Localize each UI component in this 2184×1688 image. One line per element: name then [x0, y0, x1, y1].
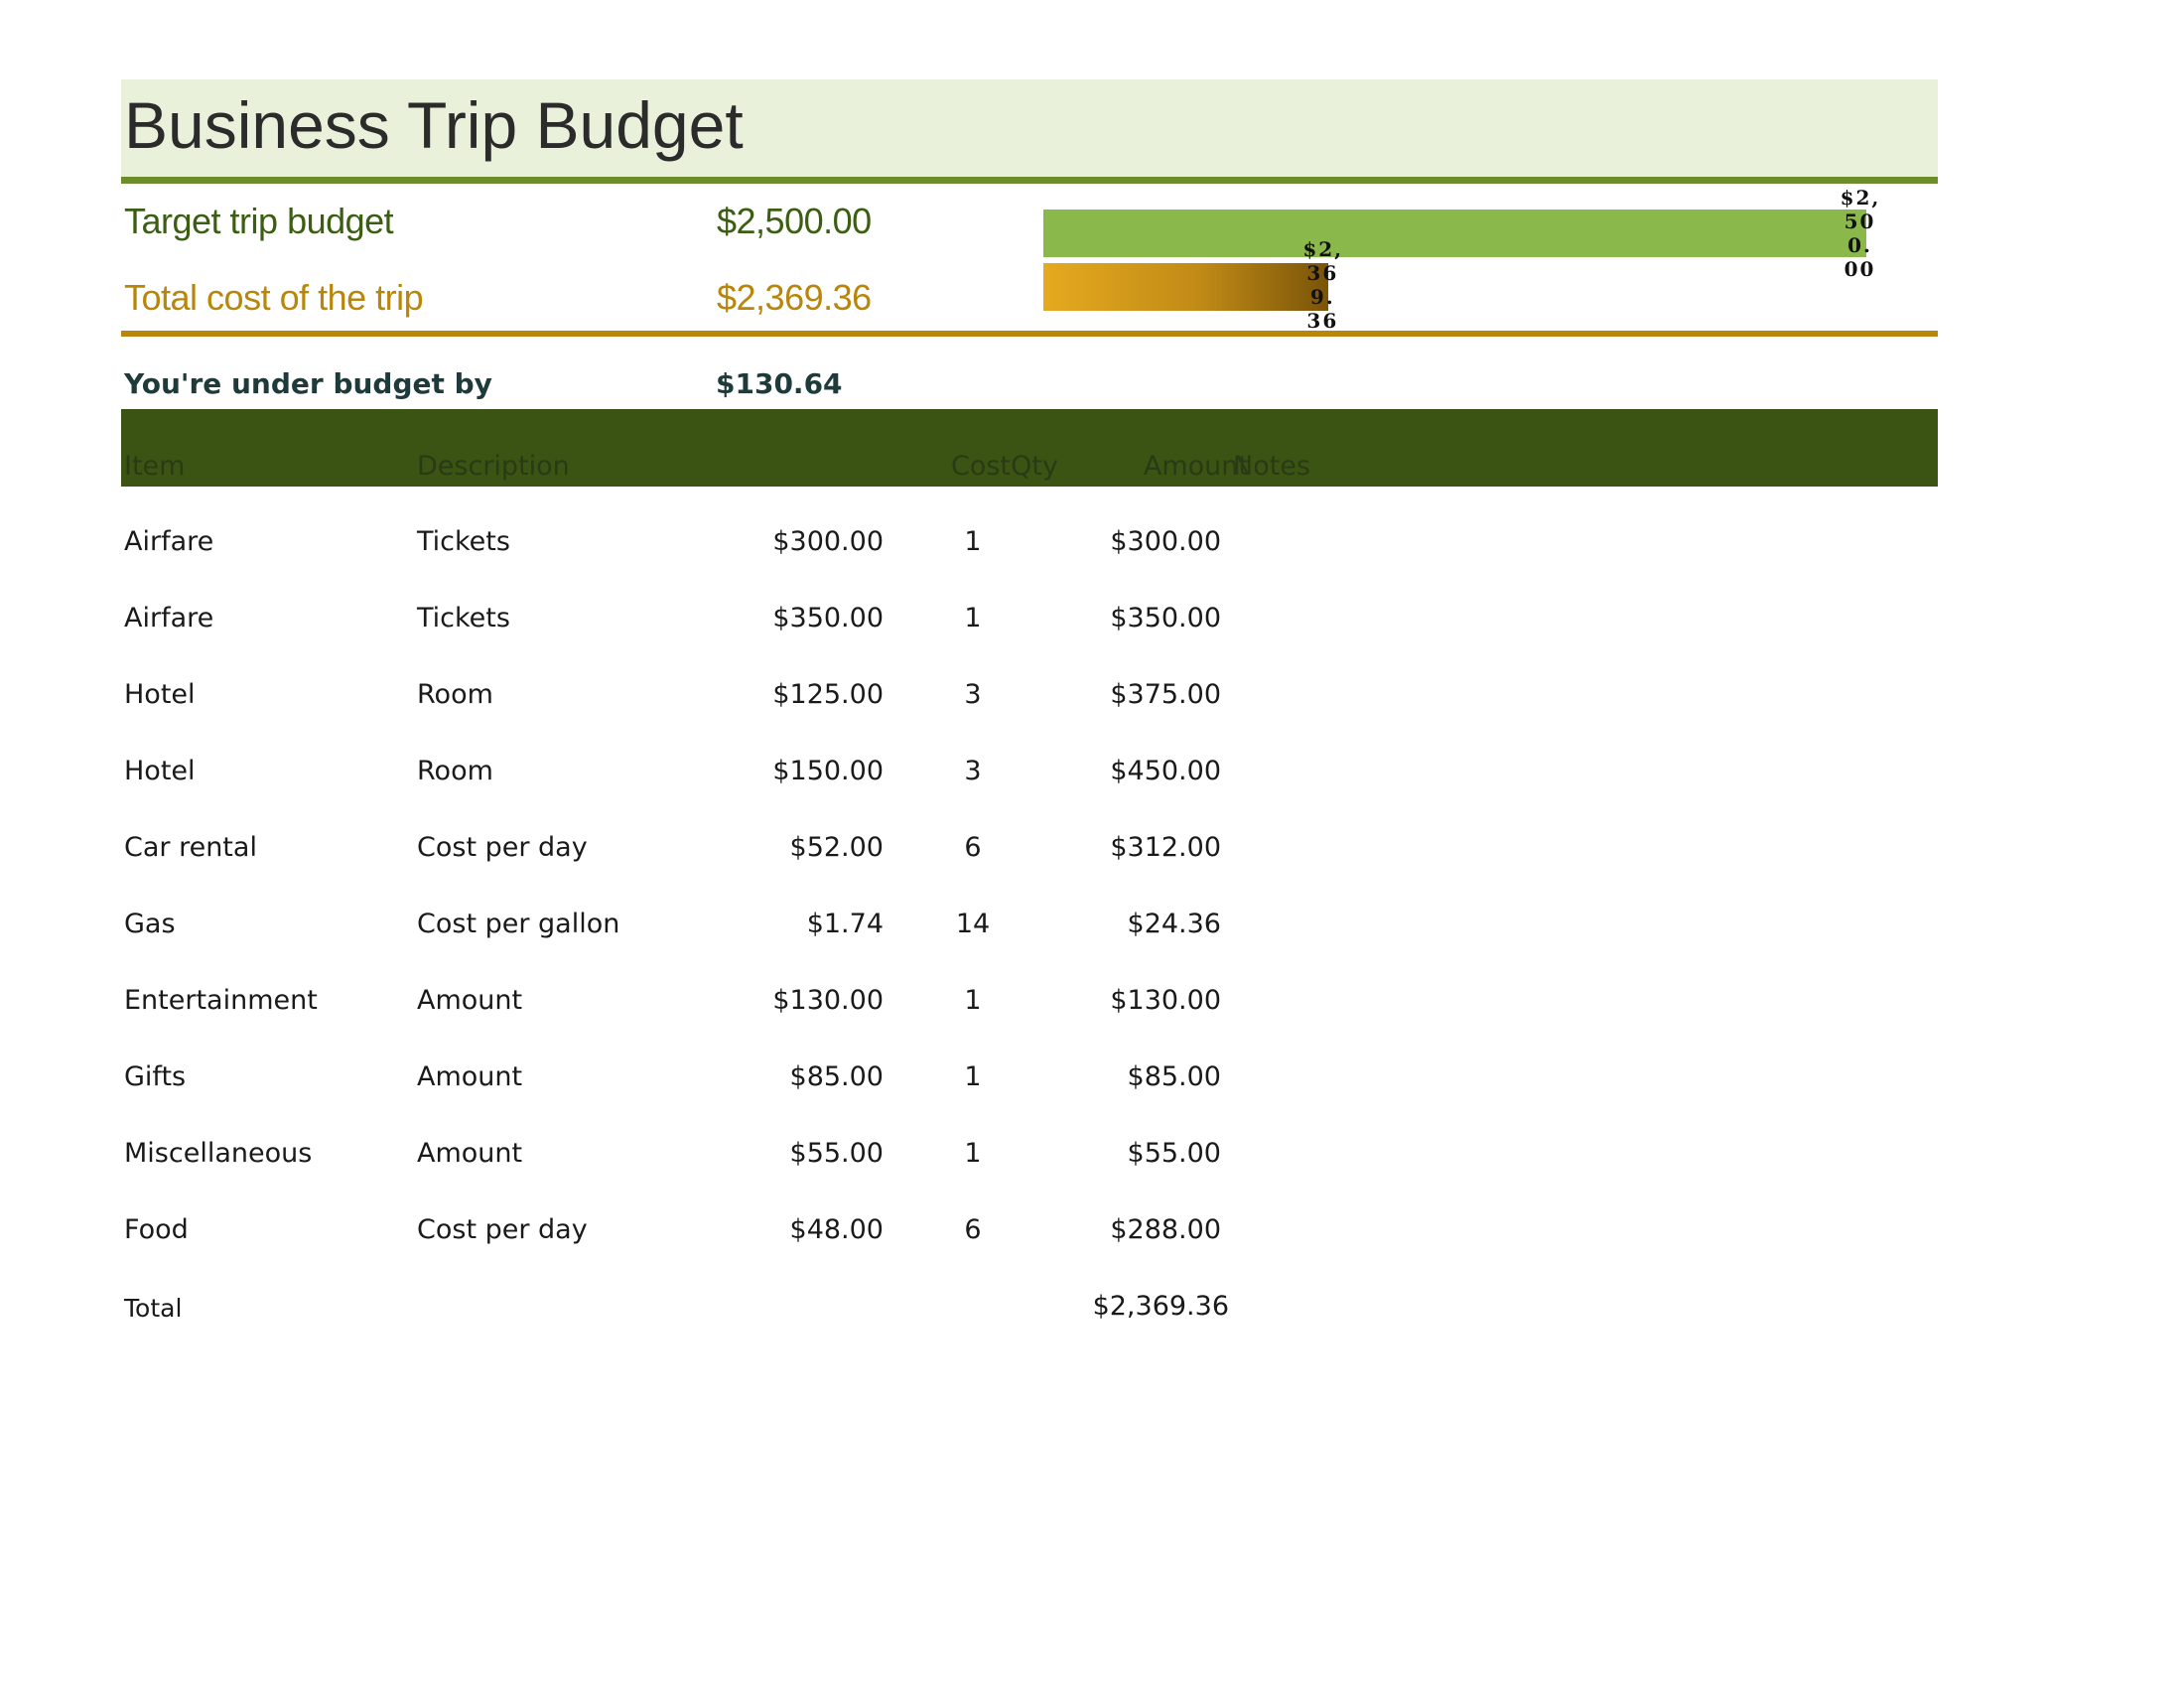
- total-cost-label: Total cost of the trip: [124, 277, 424, 318]
- under-budget-label: You're under budget by: [124, 367, 492, 400]
- header-qty: Qty: [1011, 451, 1058, 482]
- cell-cost: $52.00: [789, 832, 884, 863]
- cell-qty: 14: [955, 909, 991, 939]
- page-title: Business Trip Budget: [124, 88, 744, 162]
- cell-cost: $125.00: [772, 679, 884, 710]
- under-budget-value: $130.64: [716, 367, 843, 400]
- cell-item: Entertainment: [124, 985, 318, 1016]
- target-budget-label: Target trip budget: [124, 201, 394, 241]
- table-row: Car rental Cost per day $52.00 6 $312.00: [0, 832, 1390, 872]
- cell-amount: $375.00: [1110, 679, 1221, 710]
- cell-description: Amount: [417, 1061, 523, 1092]
- cell-cost: $1.74: [806, 909, 884, 939]
- gold-divider: [121, 331, 1938, 337]
- cell-item: Miscellaneous: [124, 1138, 313, 1169]
- table-row: Gifts Amount $85.00 1 $85.00: [0, 1061, 1390, 1101]
- total-cost-value: $2,369.36: [717, 277, 872, 318]
- cell-qty: 6: [964, 1214, 982, 1245]
- cell-description: Amount: [417, 1138, 523, 1169]
- cell-qty: 1: [964, 1138, 982, 1169]
- cell-amount: $350.00: [1110, 603, 1221, 633]
- cell-cost: $300.00: [772, 526, 884, 557]
- cell-qty: 6: [964, 832, 982, 863]
- cell-item: Gifts: [124, 1061, 187, 1092]
- cell-qty: 3: [964, 679, 982, 710]
- table-header: Item Description Cost Qty Amount Notes: [121, 409, 1938, 487]
- cell-item: Airfare: [124, 603, 214, 633]
- total-value: $2,369.36: [1092, 1291, 1229, 1322]
- cell-qty: 1: [964, 526, 982, 557]
- cell-amount: $85.00: [1127, 1061, 1221, 1092]
- cell-description: Cost per day: [417, 832, 588, 863]
- table-row: Gas Cost per gallon $1.74 14 $24.36: [0, 909, 1390, 948]
- cell-item: Hotel: [124, 756, 196, 786]
- green-divider: [121, 177, 1938, 184]
- cell-description: Tickets: [417, 526, 510, 557]
- cell-cost: $350.00: [772, 603, 884, 633]
- cell-qty: 1: [964, 603, 982, 633]
- total-cost-bar: [1043, 263, 1329, 311]
- cell-cost: $85.00: [789, 1061, 884, 1092]
- cell-amount: $288.00: [1110, 1214, 1221, 1245]
- cell-description: Cost per gallon: [417, 909, 620, 939]
- header-description: Description: [417, 451, 570, 482]
- cell-amount: $55.00: [1127, 1138, 1221, 1169]
- cell-amount: $300.00: [1110, 526, 1221, 557]
- header-amount: Amount: [1143, 451, 1249, 482]
- cell-amount: $24.36: [1127, 909, 1221, 939]
- target-budget-bar: [1043, 210, 1866, 257]
- title-band: Business Trip Budget: [121, 79, 1938, 177]
- cell-description: Room: [417, 756, 493, 786]
- target-budget-value: $2,500.00: [717, 201, 872, 241]
- cell-amount: $450.00: [1110, 756, 1221, 786]
- table-row: Hotel Room $125.00 3 $375.00: [0, 679, 1390, 719]
- cell-cost: $55.00: [789, 1138, 884, 1169]
- total-label: Total: [124, 1294, 183, 1323]
- cell-item: Car rental: [124, 832, 257, 863]
- cell-cost: $48.00: [789, 1214, 884, 1245]
- cell-qty: 1: [964, 1061, 982, 1092]
- table-row: Hotel Room $150.00 3 $450.00: [0, 756, 1390, 795]
- header-item: Item: [124, 451, 186, 482]
- cell-description: Cost per day: [417, 1214, 588, 1245]
- cell-description: Room: [417, 679, 493, 710]
- table-row: Airfare Tickets $300.00 1 $300.00: [0, 526, 1390, 566]
- cell-qty: 1: [964, 985, 982, 1016]
- cell-description: Amount: [417, 985, 523, 1016]
- budget-comparison-chart: $2,500.00 $2,369.36: [1043, 184, 1937, 333]
- table-row: Miscellaneous Amount $55.00 1 $55.00: [0, 1138, 1390, 1178]
- table-row: Airfare Tickets $350.00 1 $350.00: [0, 603, 1390, 642]
- table-row: Entertainment Amount $130.00 1 $130.00: [0, 985, 1390, 1025]
- cell-item: Gas: [124, 909, 176, 939]
- cell-item: Airfare: [124, 526, 214, 557]
- cell-qty: 3: [964, 756, 982, 786]
- bar-data-label: $2,369.36: [1302, 237, 1344, 333]
- cell-cost: $150.00: [772, 756, 884, 786]
- cell-cost: $130.00: [772, 985, 884, 1016]
- cell-amount: $130.00: [1110, 985, 1221, 1016]
- header-notes: Notes: [1233, 451, 1310, 482]
- bar-data-label: $2,500.00: [1840, 186, 1881, 281]
- cell-amount: $312.00: [1110, 832, 1221, 863]
- cell-item: Hotel: [124, 679, 196, 710]
- table-row: Food Cost per day $48.00 6 $288.00: [0, 1214, 1390, 1254]
- cell-item: Food: [124, 1214, 189, 1245]
- cell-description: Tickets: [417, 603, 510, 633]
